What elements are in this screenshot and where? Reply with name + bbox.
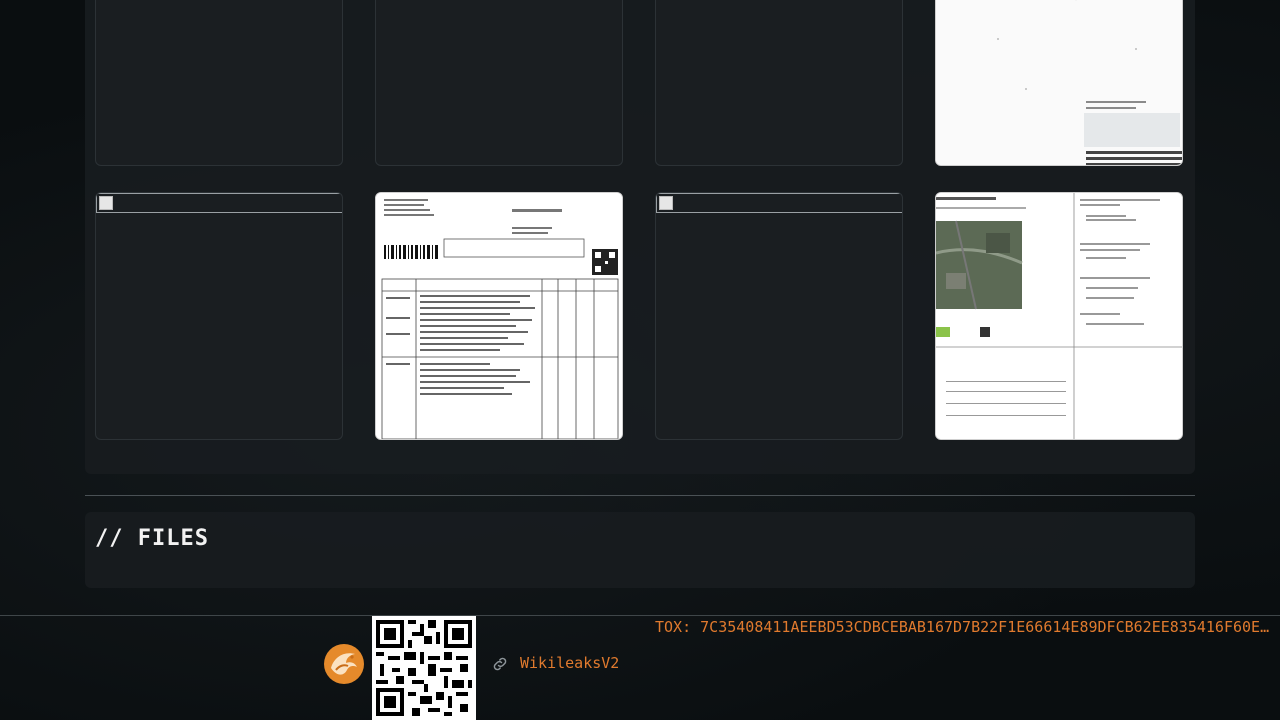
footer-divider	[0, 615, 1280, 616]
wikileaks-link[interactable]: WikileaksV2	[520, 654, 619, 672]
gallery-panel	[85, 0, 1195, 474]
gallery-thumbnail[interactable]	[375, 0, 623, 166]
gallery-thumbnail[interactable]	[95, 0, 343, 166]
gallery-thumbnail-id-document[interactable]	[935, 0, 1183, 166]
broken-image-icon	[656, 193, 902, 213]
invoice-document-image	[376, 193, 622, 439]
site-plan-document-image	[936, 193, 1182, 439]
gallery-thumbnail-invoice[interactable]	[375, 192, 623, 440]
gallery-thumbnail[interactable]	[655, 0, 903, 166]
files-section-title: // FILES	[95, 526, 209, 551]
link-icon	[493, 657, 507, 671]
files-panel: // FILES	[85, 512, 1195, 588]
section-divider	[85, 495, 1195, 496]
gallery-thumbnail[interactable]	[655, 192, 903, 440]
gallery-thumbnail[interactable]	[95, 192, 343, 440]
qr-code	[372, 616, 476, 720]
tox-id: TOX: 7C35408411AEEBD53CDBCEBAB167D7B22F1…	[655, 618, 1277, 636]
broken-image-icon	[96, 193, 342, 213]
phoenix-logo-icon[interactable]	[322, 642, 366, 686]
gallery-thumbnail-site-plan[interactable]	[935, 192, 1183, 440]
id-document-image	[936, 0, 1182, 165]
